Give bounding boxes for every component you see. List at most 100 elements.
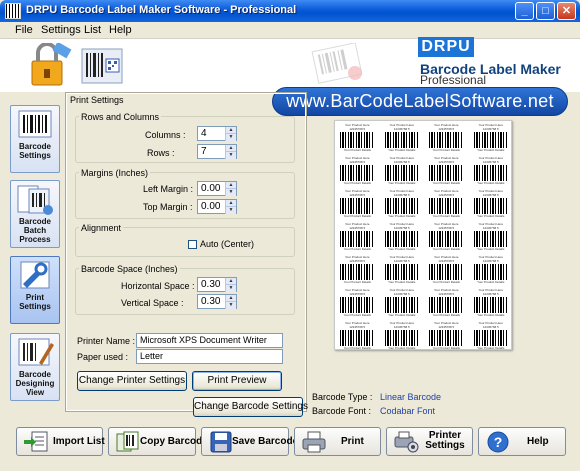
menu-settings[interactable]: Settings [41,24,81,36]
app-barcode-icon [5,3,21,19]
printer-settings-button[interactable]: Printer Settings [386,427,473,456]
sidebar-item-label: Barcode Batch Process [18,217,51,244]
horizontal-space-stepper[interactable]: 0.30 ▲ ▼ [197,277,237,292]
import-list-label: Import List [53,436,105,447]
help-button[interactable]: ? Help [478,427,566,456]
horizontal-space-label: Horizontal Space : [121,281,195,291]
printer-name-field[interactable]: Microsoft XPS Document Writer [136,333,283,348]
menu-file[interactable]: File [15,24,33,36]
columns-stepper[interactable]: 4 ▲ ▼ [197,126,237,141]
copy-barcode-button[interactable]: Copy Barcode [108,427,208,456]
spin-down-arrow-icon[interactable]: ▼ [225,207,236,214]
preview-label-details: Your Product Details [388,215,416,219]
preview-barcode-bars [473,263,508,280]
preview-label-code: 12345768 5 [349,259,366,263]
left-margin-stepper[interactable]: 0.00 ▲ ▼ [197,181,237,196]
top-margin-stepper[interactable]: 0.00 ▲ ▼ [197,199,237,214]
preview-barcode-label: Your Product Here 12345768 5 Your Product … [472,157,510,187]
maximize-button[interactable]: □ [536,2,555,20]
preview-barcode-label: Your Product Here 12345768 5 Your Product … [383,322,421,349]
batch-process-icon [17,185,53,215]
group-label: Alignment [79,223,124,233]
close-button[interactable]: ✕ [557,2,576,20]
print-button[interactable]: Print [294,427,381,456]
barcode-card-icon [81,48,123,84]
spin-down-arrow-icon[interactable]: ▼ [225,134,236,141]
import-list-icon [24,431,48,452]
preview-label-title: Your Product Here [478,223,504,226]
preview-label-code: 12345768 5 [482,128,499,132]
spin-up-arrow-icon[interactable]: ▲ [225,200,236,207]
barcode-type-value: Linear Barcode [380,392,442,402]
save-barcode-icon [210,431,232,453]
preview-label-title: Your Product Here [389,223,415,226]
preview-label-code: 12345768 5 [438,128,455,132]
spin-down-arrow-icon[interactable]: ▼ [225,302,236,309]
spin-down-arrow-icon[interactable]: ▼ [225,189,236,196]
preview-label-title: Your Product Here [478,321,504,325]
vertical-space-value: 0.30 [201,296,221,307]
preview-label-details: Your Product Details [432,248,460,251]
spin-down-arrow-icon[interactable]: ▼ [225,152,236,159]
change-printer-settings-button[interactable]: Change Printer Settings [77,371,187,391]
spin-up-arrow-icon[interactable]: ▲ [225,127,236,134]
spin-up-arrow-icon[interactable]: ▲ [225,278,236,285]
padlock-icon [31,43,72,86]
website-url-banner[interactable]: www.BarCodeLabelSoftware.net [272,87,568,116]
preview-barcode-label: Your Product Here 12345768 5 Your Product … [338,322,376,350]
barcode-settings-icon [18,110,52,138]
save-barcode-button[interactable]: Save Barcode [201,427,298,456]
minimize-button[interactable]: _ [515,2,534,20]
vertical-space-label: Vertical Space : [121,298,184,308]
preview-label-code: 12345768 5 [349,325,366,329]
import-list-button[interactable]: Import List [16,427,105,456]
preview-barcode-bars [473,329,508,346]
preview-barcode-bars [340,198,375,215]
horizontal-space-value: 0.30 [201,279,221,290]
preview-barcode-bars [340,231,375,247]
preview-label-code: 12345768 5 [393,161,410,165]
spin-down-arrow-icon[interactable]: ▼ [225,285,236,292]
copy-barcode-label: Copy Barcode [140,436,208,447]
preview-label-title: Your Product Here [389,255,415,259]
title-bar: DRPU Barcode Label Maker Software - Prof… [0,0,580,22]
preview-label-code: 12345768 5 [393,292,410,296]
sidebar-item-designing-view[interactable]: Barcode Designing View [10,333,60,401]
print-preview-button[interactable]: Print Preview [192,371,282,391]
columns-value: 4 [201,128,207,139]
change-barcode-settings-button[interactable]: Change Barcode Settings [193,397,308,417]
spin-up-arrow-icon[interactable]: ▲ [225,145,236,152]
preview-label-code: 12345768 5 [438,194,455,198]
rows-stepper[interactable]: 7 ▲ ▼ [197,144,237,159]
preview-label-details: Your Product Details [477,215,505,219]
preview-label-title: Your Product Here [478,288,504,292]
preview-barcode-bars [384,263,419,280]
paper-used-field[interactable]: Letter [136,349,283,364]
sidebar-item-batch-process[interactable]: Barcode Batch Process [10,180,60,248]
preview-label-title: Your Product Here [389,190,415,194]
group-label: Rows and Columns [79,112,162,122]
vertical-space-stepper[interactable]: 0.30 ▲ ▼ [197,294,237,309]
preview-barcode-label: Your Product Here 12345768 5 Your Product … [338,289,376,319]
preview-barcode-bars [340,263,375,280]
barcode-type-label: Barcode Type : [312,392,373,402]
spin-up-arrow-icon[interactable]: ▲ [225,182,236,189]
menu-list[interactable]: List [84,24,101,36]
preview-barcode-bars [473,132,508,149]
preview-label-details: Your Product Details [343,346,371,350]
auto-center-checkbox[interactable] [188,240,197,249]
preview-barcode-bars [384,165,419,182]
preview-barcode-label: Your Product Here 12345768 5 Your Product … [472,321,510,349]
help-icon: ? [487,431,509,453]
sidebar-item-print-settings[interactable]: Print Settings [10,256,60,324]
spin-up-arrow-icon[interactable]: ▲ [225,295,236,302]
menu-help[interactable]: Help [109,24,132,36]
preview-label-code: 12345768 5 [482,259,499,263]
sidebar-item-label: Barcode Designing View [15,370,55,397]
preview-label-title: Your Product Here [344,124,370,128]
preview-label-code: 12345768 5 [482,161,499,165]
preview-label-code: 12345768 5 [438,259,455,263]
sidebar-item-barcode-settings[interactable]: Barcode Settings [10,105,60,173]
preview-label-title: Your Product Here [478,157,504,161]
preview-barcode-label: Your Product Here 12345768 5 Your Product … [427,322,465,349]
